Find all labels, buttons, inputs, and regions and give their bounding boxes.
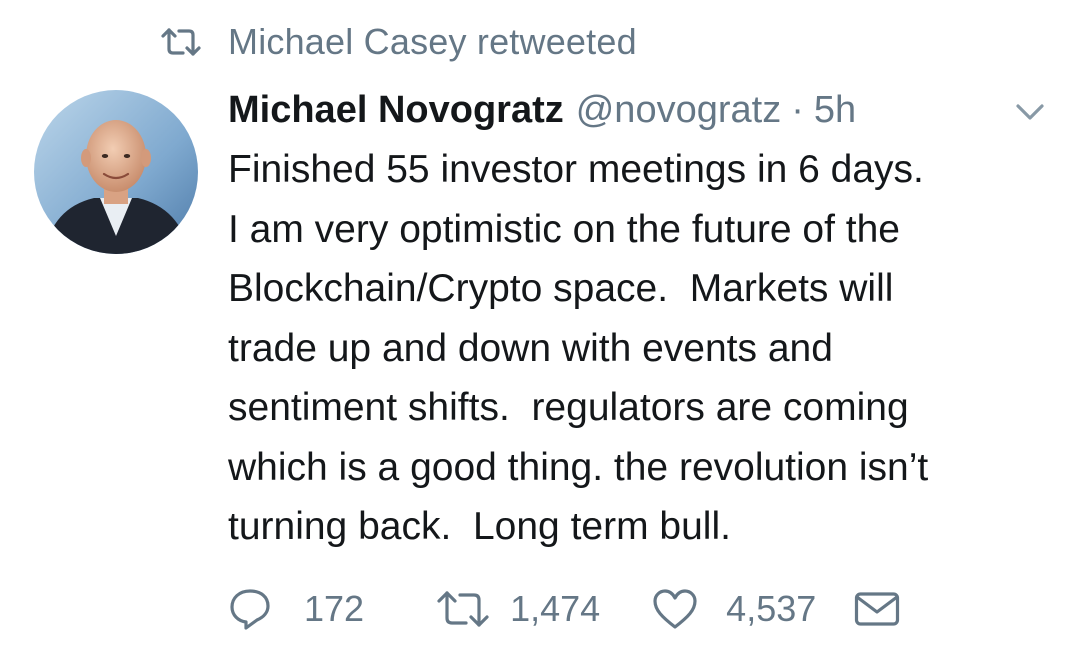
tweet-text-line: I am very optimistic on the future of th… [228, 207, 900, 251]
heart-icon [653, 589, 697, 629]
reply-count: 172 [304, 588, 365, 629]
envelope-icon [855, 592, 900, 626]
reply-button[interactable]: 172 [228, 587, 364, 631]
like-button[interactable]: 4,537 [652, 588, 816, 630]
tweet-header: Michael Novogratz @novogratz · 5h [228, 80, 856, 140]
display-name[interactable]: Michael Novogratz [228, 89, 564, 132]
avatar[interactable] [34, 90, 198, 254]
like-count: 4,537 [726, 588, 817, 629]
retweet-icon [160, 27, 202, 57]
retweet-count: 1,474 [510, 588, 601, 629]
tweet-text-line: Blockchain/Crypto space. Markets will [228, 267, 894, 310]
user-handle[interactable]: @novogratz [576, 89, 781, 132]
retweet-banner: Michael Casey retweeted [160, 18, 637, 66]
direct-message-button[interactable] [854, 591, 900, 627]
chevron-down-icon[interactable] [1010, 96, 1050, 126]
retweet-button[interactable]: 1,474 [436, 588, 600, 630]
tweet-actions: 172 1,474 4,537 [228, 584, 900, 634]
tweet-timestamp[interactable]: 5h [814, 89, 856, 132]
retweet-banner-text[interactable]: Michael Casey retweeted [228, 21, 637, 63]
reply-icon [230, 589, 270, 630]
retweet-icon [437, 591, 489, 627]
tweet-text-line: sentiment shifts. regulators are coming [228, 386, 909, 429]
tweet-text-line: which is a good thing. the revolution is… [228, 445, 929, 489]
header-separator: · [791, 88, 804, 131]
tweet-text: Finished 55 investor meetings in 6 days.… [228, 140, 1058, 557]
tweet-text-line: turning back. Long term bull. [228, 505, 731, 548]
tweet-text-line: trade up and down with events and [228, 326, 833, 370]
tweet-text-line: Finished 55 investor meetings in 6 days. [228, 148, 924, 191]
